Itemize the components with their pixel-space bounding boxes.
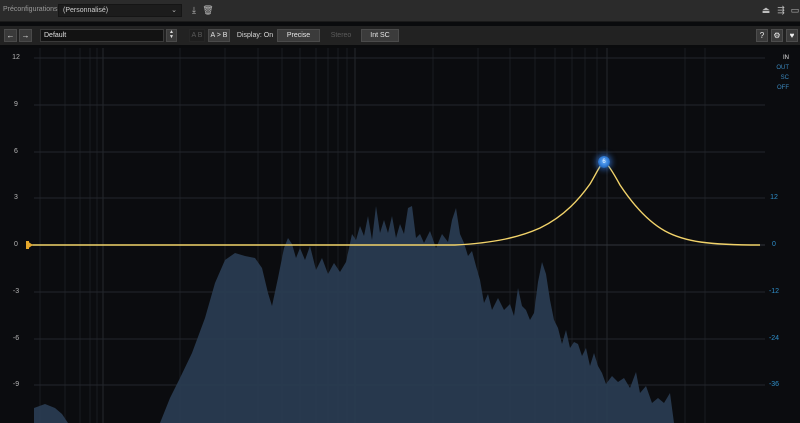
routing-icon[interactable]: ⇶ — [775, 4, 787, 16]
eq-band-node[interactable]: 6 — [598, 156, 610, 168]
stereo-button[interactable]: Stereo — [323, 29, 359, 42]
gear-icon[interactable]: ⚙ — [771, 29, 783, 42]
precise-button[interactable]: Precise — [277, 29, 320, 42]
chevron-down-icon: ⌄ — [171, 7, 177, 14]
heart-icon[interactable]: ♥ — [786, 29, 798, 42]
y-label-0: 0 — [14, 241, 18, 248]
display-toggle-button[interactable]: Display: On — [235, 29, 275, 42]
preset-name-field[interactable]: Default — [40, 29, 164, 42]
spectrum-label-0: 0 — [772, 241, 776, 248]
legend-sc[interactable]: SC — [781, 75, 789, 81]
hardware-icon[interactable]: ⏏ — [760, 4, 772, 16]
preset-spinner[interactable]: ▲ ▼ — [166, 29, 177, 42]
plugin-toolbar: ← → Default ▲ ▼ A B A > B Display: On Pre… — [0, 26, 800, 45]
legend-in[interactable]: IN — [783, 55, 789, 61]
y-label-9: 9 — [14, 101, 18, 108]
save-icon[interactable]: ⤓ — [188, 4, 200, 16]
legend-off[interactable]: OFF — [777, 85, 789, 91]
eq-graph[interactable]: 12 9 6 3 0 -3 -6 -9 12 0 -12 -24 -36 IN … — [0, 48, 800, 423]
spectrum-label-minus-36: -36 — [768, 381, 780, 388]
window-icon[interactable]: ▭ — [789, 4, 800, 16]
trash-icon[interactable]: 🗑 — [202, 4, 214, 16]
help-button[interactable]: ? — [756, 29, 768, 42]
preset-bar: Préconfigurations : (Personnalisé) ⌄ ⤓ 🗑… — [0, 0, 800, 22]
presets-dropdown[interactable]: (Personnalisé) ⌄ — [58, 4, 182, 17]
a-to-b-button[interactable]: A > B — [208, 29, 230, 42]
ab-toggle-button[interactable]: A B — [189, 29, 205, 42]
back-arrow-icon[interactable]: ← — [4, 29, 17, 42]
y-label-minus-6: -6 — [12, 335, 20, 342]
presets-value: (Personnalisé) — [63, 7, 109, 14]
y-label-minus-9: -9 — [12, 381, 20, 388]
forward-arrow-icon[interactable]: → — [19, 29, 32, 42]
presets-label: Préconfigurations : — [3, 6, 62, 13]
eq-curve — [30, 160, 761, 246]
eq-graph-canvas — [30, 48, 765, 423]
int-sc-button[interactable]: Int SC — [361, 29, 399, 42]
spectrum-label-minus-24: -24 — [768, 335, 780, 342]
spectrum-analyzer — [34, 206, 674, 423]
legend-out[interactable]: OUT — [776, 65, 789, 71]
y-label-6: 6 — [14, 148, 18, 155]
spectrum-label-12: 12 — [770, 194, 778, 201]
y-label-12: 12 — [12, 54, 20, 61]
y-label-minus-3: -3 — [12, 288, 20, 295]
spectrum-label-minus-12: -12 — [768, 288, 780, 295]
y-label-3: 3 — [14, 194, 18, 201]
